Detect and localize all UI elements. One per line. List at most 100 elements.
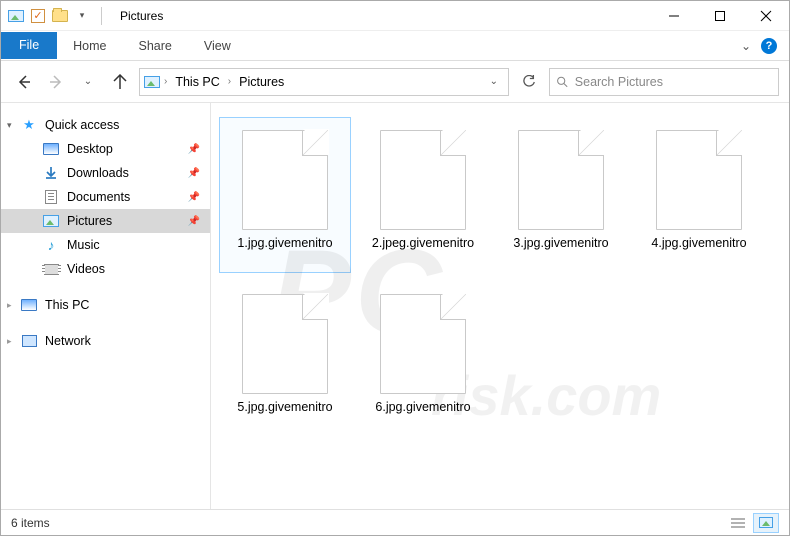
- refresh-button[interactable]: [515, 68, 543, 96]
- forward-icon: [48, 74, 64, 90]
- sidebar-item-network[interactable]: ▸ Network: [1, 329, 210, 353]
- navigation-pane: ▾ ★ Quick access Desktop 📌 Downloads 📌 D…: [1, 103, 211, 509]
- pin-icon: 📌: [188, 144, 200, 155]
- status-item-count: 6 items: [11, 516, 50, 530]
- star-icon: ★: [21, 117, 37, 133]
- refresh-icon: [522, 75, 536, 89]
- file-name: 2.jpeg.givemenitro: [368, 236, 478, 252]
- sidebar-item-music[interactable]: ♪ Music: [1, 233, 210, 257]
- details-view-icon: [731, 517, 745, 529]
- window-controls: [651, 1, 789, 31]
- recent-locations-button[interactable]: ⌄: [75, 69, 101, 95]
- file-item[interactable]: 5.jpg.givemenitro: [219, 281, 351, 437]
- large-icons-view-button[interactable]: [753, 513, 779, 533]
- breadcrumb-pictures[interactable]: Pictures: [235, 75, 288, 89]
- sidebar-item-videos[interactable]: Videos: [1, 257, 210, 281]
- chevron-right-icon[interactable]: ›: [226, 76, 233, 87]
- network-icon: [21, 333, 37, 349]
- sidebar-item-label: Videos: [67, 262, 105, 276]
- file-icon: [242, 294, 328, 394]
- sidebar-item-label: Documents: [67, 190, 130, 204]
- file-name: 5.jpg.givemenitro: [233, 400, 336, 416]
- search-icon: [556, 75, 569, 89]
- new-folder-icon[interactable]: [51, 7, 69, 25]
- file-name: 3.jpg.givemenitro: [509, 236, 612, 252]
- search-input[interactable]: [575, 75, 772, 89]
- sidebar-item-label: Desktop: [67, 142, 113, 156]
- chevron-right-icon[interactable]: ▸: [7, 300, 12, 311]
- file-item[interactable]: 4.jpg.givemenitro: [633, 117, 765, 273]
- documents-icon: [43, 189, 59, 205]
- navigation-bar: ⌄ › This PC › Pictures ⌄: [1, 61, 789, 103]
- window-title: Pictures: [120, 9, 163, 23]
- search-box[interactable]: [549, 68, 779, 96]
- file-item[interactable]: 6.jpg.givemenitro: [357, 281, 489, 437]
- file-name: 6.jpg.givemenitro: [371, 400, 474, 416]
- chevron-right-icon[interactable]: ▸: [7, 336, 12, 347]
- back-icon: [16, 74, 32, 90]
- body: ▾ ★ Quick access Desktop 📌 Downloads 📌 D…: [1, 103, 789, 509]
- ribbon-tab-view[interactable]: View: [188, 33, 247, 59]
- sidebar-item-pictures[interactable]: Pictures 📌: [1, 209, 210, 233]
- file-item[interactable]: 2.jpeg.givemenitro: [357, 117, 489, 273]
- sidebar-item-this-pc[interactable]: ▸ This PC: [1, 293, 210, 317]
- close-button[interactable]: [743, 1, 789, 31]
- chevron-down-icon[interactable]: ▾: [7, 120, 12, 131]
- ribbon-collapse-icon[interactable]: ⌄: [741, 39, 751, 53]
- status-bar: 6 items: [1, 509, 789, 535]
- sidebar-item-label: Quick access: [45, 118, 119, 132]
- desktop-icon: [43, 141, 59, 157]
- minimize-button[interactable]: [651, 1, 697, 31]
- file-name: 1.jpg.givemenitro: [233, 236, 336, 252]
- sidebar-item-label: This PC: [45, 298, 89, 312]
- music-icon: ♪: [43, 237, 59, 253]
- file-icon: [380, 130, 466, 230]
- sidebar-item-label: Network: [45, 334, 91, 348]
- chevron-right-icon[interactable]: ›: [162, 76, 169, 87]
- sidebar-item-quick-access[interactable]: ▾ ★ Quick access: [1, 113, 210, 137]
- back-button[interactable]: [11, 69, 37, 95]
- ribbon-tab-home[interactable]: Home: [57, 33, 122, 59]
- ribbon: File Home Share View ⌄ ?: [1, 31, 789, 61]
- ribbon-tab-share[interactable]: Share: [123, 33, 188, 59]
- titlebar: ▾ Pictures: [1, 1, 789, 31]
- properties-icon[interactable]: [29, 7, 47, 25]
- address-bar[interactable]: › This PC › Pictures ⌄: [139, 68, 509, 96]
- sidebar-item-label: Pictures: [67, 214, 112, 228]
- this-pc-icon: [21, 297, 37, 313]
- address-dropdown-icon[interactable]: ⌄: [484, 76, 504, 87]
- large-icons-view-icon: [759, 517, 773, 528]
- pictures-icon: [7, 7, 25, 25]
- file-item[interactable]: 3.jpg.givemenitro: [495, 117, 627, 273]
- up-icon: [112, 74, 128, 90]
- details-view-button[interactable]: [725, 513, 751, 533]
- file-list[interactable]: PC risk.com 1.jpg.givemenitro 2.jpeg.giv…: [211, 103, 789, 509]
- sidebar-item-label: Music: [67, 238, 100, 252]
- divider: [101, 7, 102, 25]
- sidebar-item-downloads[interactable]: Downloads 📌: [1, 161, 210, 185]
- close-icon: [760, 10, 772, 22]
- maximize-button[interactable]: [697, 1, 743, 31]
- up-button[interactable]: [107, 69, 133, 95]
- file-icon: [242, 130, 328, 230]
- ribbon-tab-file[interactable]: File: [1, 32, 57, 59]
- pictures-icon: [144, 74, 160, 90]
- breadcrumb-this-pc[interactable]: This PC: [171, 75, 223, 89]
- videos-icon: [43, 261, 59, 277]
- sidebar-item-documents[interactable]: Documents 📌: [1, 185, 210, 209]
- file-icon: [656, 130, 742, 230]
- forward-button[interactable]: [43, 69, 69, 95]
- pin-icon: 📌: [188, 216, 200, 227]
- downloads-icon: [43, 165, 59, 181]
- qat-dropdown-icon[interactable]: ▾: [73, 7, 91, 25]
- file-name: 4.jpg.givemenitro: [647, 236, 750, 252]
- sidebar-item-desktop[interactable]: Desktop 📌: [1, 137, 210, 161]
- sidebar-item-label: Downloads: [67, 166, 129, 180]
- help-icon[interactable]: ?: [761, 38, 777, 54]
- file-item[interactable]: 1.jpg.givemenitro: [219, 117, 351, 273]
- pictures-icon: [43, 213, 59, 229]
- maximize-icon: [714, 10, 726, 22]
- file-icon: [380, 294, 466, 394]
- pin-icon: 📌: [188, 192, 200, 203]
- explorer-window: ▾ Pictures File Home Share View ⌄ ?: [0, 0, 790, 536]
